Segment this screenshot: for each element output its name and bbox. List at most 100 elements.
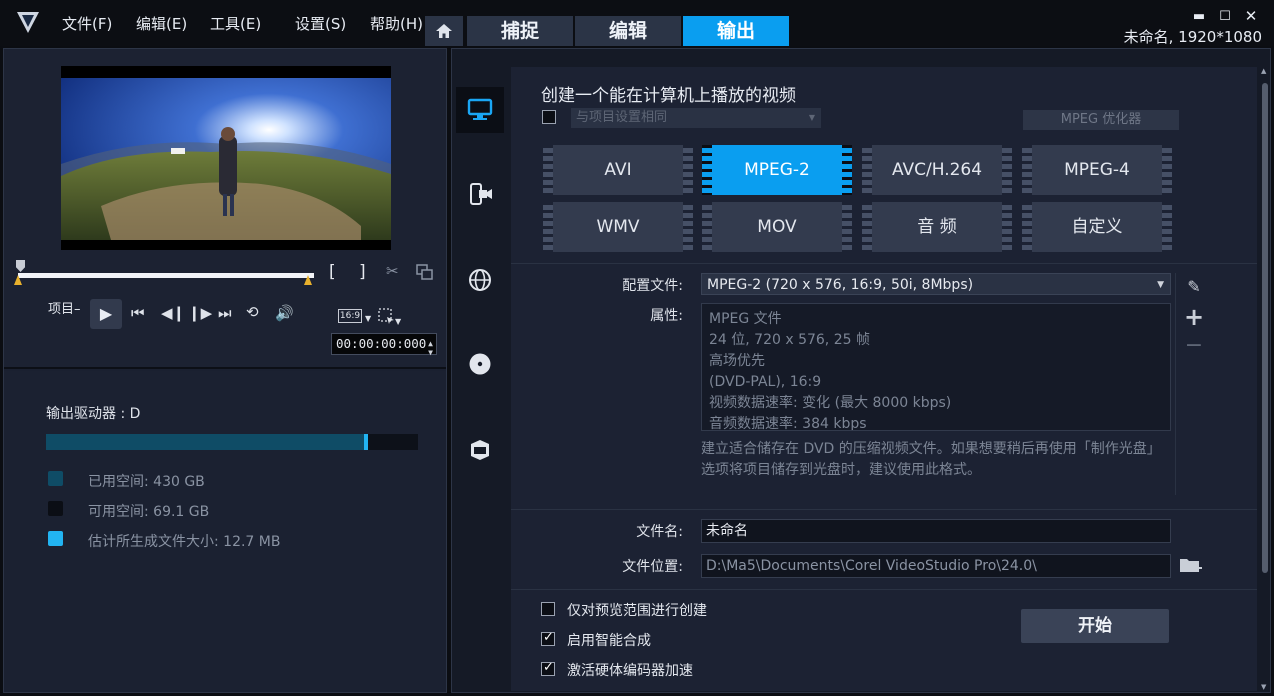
timeline-scrubber[interactable] [18,273,314,278]
preview-range-label: 仅对预览范围进行创建 [567,603,707,619]
menu-help[interactable]: 帮助(H) [370,13,423,34]
sidebar-item-3d[interactable] [456,427,504,473]
legend-free-swatch [48,501,63,516]
property-line: MPEG 文件 [709,311,782,327]
smart-render-checkbox[interactable] [541,630,555,646]
home-icon [436,24,452,38]
legend-estimate-swatch [48,531,63,546]
preview-range-checkbox[interactable] [541,602,555,616]
aspect-dropdown-icon[interactable]: ▼ [365,314,371,323]
chevron-down-icon: ▼ [808,113,815,122]
scroll-down-icon[interactable]: ▼ [1261,683,1266,691]
previous-frame-icon[interactable]: ◀❙ [161,304,185,322]
property-line: 视频数据速率: 变化 (最大 8000 kbps) [709,395,952,411]
property-line: 音频数据速率: 384 kbps [709,416,867,431]
same-as-project-dropdown: 与项目设置相同 ▼ [571,108,821,128]
video-preview [61,66,391,250]
filename-input[interactable]: 未命名 [701,519,1171,543]
app-logo-icon [17,12,39,33]
share-options: 创建一个能在计算机上播放的视频 与项目设置相同 ▼ MPEG 优化器 AVI M… [511,67,1257,691]
scroll-up-icon[interactable]: ▲ [1261,67,1266,75]
left-panel: [ ] ✂ 项目– ▶ ⏮ ◀❙ ❙▶ ⏭ ⟲ 🔊 16:9 ▼ ▼ 00:00… [3,48,447,693]
tab-capture[interactable]: 捕捉 [467,16,573,46]
format-audio[interactable]: 音 频 [862,202,1012,252]
mark-out-icon[interactable]: ] [359,262,366,282]
minimize-icon[interactable]: ▬ [1190,9,1208,24]
profile-dropdown[interactable]: MPEG-2 (720 x 576, 16:9, 50i, 8Mbps) ▼ [701,273,1171,295]
menu-file[interactable]: 文件(F) [62,13,112,34]
aspect-ratio-button[interactable]: 16:9 [338,309,362,323]
copy-clip-icon[interactable] [416,264,434,280]
close-icon[interactable]: ✕ [1242,7,1260,25]
divider [511,263,1257,264]
globe-icon [469,269,491,291]
dvd-disc-icon [469,353,491,375]
next-frame-icon[interactable]: ❙▶ [188,304,212,322]
remove-profile-icon: − [1184,333,1204,358]
mark-in-icon[interactable]: [ [329,262,336,282]
format-wmv[interactable]: WMV [543,202,693,252]
output-drive-title: 输出驱动器 : D [46,406,141,422]
hardware-encoder-label: 激活硬体编码器加速 [567,663,693,679]
format-mpeg4[interactable]: MPEG-4 [1022,145,1172,195]
repeat-icon[interactable]: ⟲ [246,303,259,321]
format-avc-h264[interactable]: AVC/H.264 [862,145,1012,195]
property-line: 24 位, 720 x 576, 25 帧 [709,332,870,348]
profile-tools: ✎ + − [1175,273,1215,495]
end-skip-icon[interactable]: ⏭ [218,304,232,322]
player-panel: [ ] ✂ 项目– ▶ ⏮ ◀❙ ❙▶ ⏭ ⟲ 🔊 16:9 ▼ ▼ 00:00… [4,49,446,369]
menu-edit[interactable]: 编辑(E) [136,13,187,34]
scrubber-handle[interactable] [16,260,25,272]
sidebar-item-computer[interactable] [456,87,504,133]
sidebar-item-web[interactable] [456,257,504,303]
format-avi[interactable]: AVI [543,145,693,195]
properties-label: 属性: [650,308,683,324]
crop-dropdown-icon[interactable]: ▼ [395,317,401,326]
same-as-project-checkbox[interactable] [542,110,556,124]
project-info: 未命名, 1920*1080 [1123,28,1262,46]
format-custom[interactable]: 自定义 [1022,202,1172,252]
drive-estimate-marker [364,434,368,450]
hardware-encoder-checkbox[interactable] [541,660,555,676]
profile-value: MPEG-2 (720 x 576, 16:9, 50i, 8Mbps) [707,277,974,293]
vertical-scrollbar[interactable]: ▲ ▼ [1261,67,1269,691]
maximize-icon[interactable]: ☐ [1216,9,1234,24]
file-location-input[interactable]: D:\Ma5\Documents\Corel VideoStudio Pro\2… [701,554,1171,578]
timecode-down-icon[interactable]: ▼ [428,343,433,363]
legend-estimate-label: 估计所生成文件大小: 12.7 MB [88,534,281,550]
3d-movie-icon [471,440,489,460]
scissors-icon[interactable]: ✂ [386,262,399,280]
sidebar-item-device[interactable] [456,171,504,217]
timecode-value: 00:00:00:000 [336,336,427,351]
play-button[interactable]: ▶ [90,299,122,329]
legend-used-swatch [48,471,63,486]
profile-label: 配置文件: [622,278,683,294]
format-mov[interactable]: MOV [702,202,852,252]
tab-share[interactable]: 输出 [683,16,789,46]
drive-used-fill [46,434,365,450]
add-profile-icon[interactable]: + [1184,303,1204,331]
output-drive-panel: 输出驱动器 : D 已用空间: 430 GB 可用空间: 69.1 GB 估计所… [4,371,446,692]
edit-pencil-icon[interactable]: ✎ [1184,277,1204,296]
tab-edit[interactable]: 编辑 [575,16,681,46]
timecode-field[interactable]: 00:00:00:000 ▲ ▼ [331,333,437,357]
crop-icon[interactable] [377,307,395,325]
scrollbar-thumb[interactable] [1262,83,1268,573]
start-button[interactable]: 开始 [1021,609,1169,643]
home-skip-icon[interactable]: ⏮ [131,304,145,322]
chevron-down-icon: ▼ [1157,280,1164,290]
legend-used-label: 已用空间: 430 GB [88,474,205,490]
property-line: 高场优先 [709,353,765,369]
tab-home[interactable] [425,16,463,46]
volume-icon[interactable]: 🔊 [275,304,294,322]
sidebar-item-disc[interactable] [456,341,504,387]
smart-render-label: 启用智能合成 [567,633,651,649]
legend-free-label: 可用空间: 69.1 GB [88,504,210,520]
format-mpeg2[interactable]: MPEG-2 [702,145,852,195]
menu-settings[interactable]: 设置(S) [295,13,346,34]
project-clip-toggle[interactable]: 项目– [48,298,81,317]
browse-folder-icon[interactable] [1179,555,1203,575]
divider [511,589,1257,590]
same-as-project-label: 与项目设置相同 [576,110,668,125]
menu-tools[interactable]: 工具(E) [210,13,261,34]
